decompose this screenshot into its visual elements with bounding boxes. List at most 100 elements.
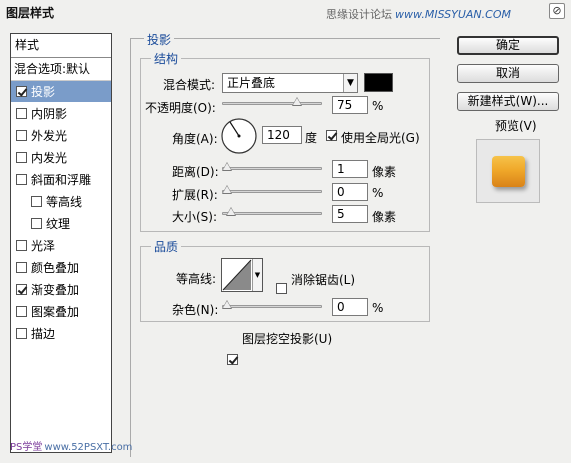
footer-watermark: PS学堂 www.52PSXT.com — [10, 438, 132, 453]
style-item[interactable]: 纹理 — [11, 213, 111, 235]
size-slider-track[interactable] — [222, 212, 322, 215]
opacity-slider-track[interactable] — [222, 102, 322, 105]
style-item-label: 描边 — [31, 326, 56, 341]
spread-slider-thumb[interactable] — [222, 185, 232, 194]
style-item-checkbox[interactable] — [16, 240, 27, 251]
style-item-checkbox[interactable] — [16, 262, 27, 273]
distance-slider-track[interactable] — [222, 167, 322, 170]
structure-legend: 结构 — [151, 50, 182, 67]
style-item-checkbox[interactable] — [16, 306, 27, 317]
style-item[interactable]: 渐变叠加 — [11, 279, 111, 301]
chevron-down-icon: ▼ — [343, 74, 357, 92]
spread-unit: % — [372, 186, 384, 200]
blend-mode-label: 混合模式: — [163, 78, 216, 92]
style-item-checkbox[interactable] — [16, 130, 27, 141]
style-item-checkbox[interactable] — [16, 86, 27, 97]
noise-input[interactable]: 0 — [332, 298, 368, 316]
global-light-label: 使用全局光(G) — [341, 131, 420, 145]
noise-slider-thumb[interactable] — [222, 300, 232, 309]
close-icon[interactable]: ⊘ — [549, 3, 565, 19]
watermark-url: www.MISSYUAN.COM — [395, 8, 511, 21]
style-item[interactable]: 投影 — [11, 81, 111, 103]
style-item[interactable]: 斜面和浮雕 — [11, 169, 111, 191]
spread-input[interactable]: 0 — [332, 183, 368, 201]
preview-label: 预览(V) — [495, 119, 537, 133]
contour-curve-icon — [222, 259, 252, 291]
style-item[interactable]: 颜色叠加 — [11, 257, 111, 279]
angle-dial-icon — [221, 118, 257, 154]
style-item[interactable]: 描边 — [11, 323, 111, 345]
style-item-checkbox[interactable] — [31, 196, 42, 207]
style-item[interactable]: 图案叠加 — [11, 301, 111, 323]
knockout-checkbox[interactable] — [227, 354, 238, 365]
footer-site-text: PS学堂 — [10, 442, 43, 453]
distance-input[interactable]: 1 — [332, 160, 368, 178]
chevron-down-icon: ▼ — [252, 259, 262, 291]
size-input[interactable]: 5 — [332, 205, 368, 223]
style-item-label: 纹理 — [46, 216, 71, 231]
anti-alias-checkbox[interactable] — [276, 283, 287, 294]
watermark: 思缘设计论坛 www.MISSYUAN.COM — [326, 6, 511, 22]
angle-dial[interactable] — [220, 117, 258, 155]
style-item[interactable]: 光泽 — [11, 235, 111, 257]
noise-unit: % — [372, 301, 384, 315]
style-item-checkbox[interactable] — [16, 152, 27, 163]
size-slider-thumb[interactable] — [226, 207, 236, 216]
style-item-label: 投影 — [31, 84, 56, 99]
style-list: 样式 混合选项:默认 投影内阴影外发光内发光斜面和浮雕等高线纹理光泽颜色叠加渐变… — [10, 33, 112, 453]
style-item-checkbox[interactable] — [16, 108, 27, 119]
knockout-label: 图层挖空投影(U) — [242, 332, 333, 346]
style-item-checkbox[interactable] — [16, 328, 27, 339]
opacity-unit: % — [372, 99, 384, 113]
style-item-label: 图案叠加 — [31, 304, 80, 319]
contour-picker[interactable]: ▼ — [221, 258, 263, 292]
footer-site-url: www.52PSXT.com — [44, 442, 133, 453]
distance-slider-thumb[interactable] — [222, 162, 232, 171]
style-item[interactable]: 等高线 — [11, 191, 111, 213]
style-item-label: 外发光 — [31, 128, 68, 143]
new-style-button[interactable]: 新建样式(W)... — [457, 92, 559, 111]
dialog-title: 图层样式 — [6, 6, 55, 20]
distance-unit: 像素 — [372, 165, 397, 179]
quality-legend: 品质 — [151, 238, 182, 255]
opacity-label: 不透明度(O): — [145, 101, 216, 115]
style-item[interactable]: 内发光 — [11, 147, 111, 169]
blend-options-item[interactable]: 混合选项:默认 — [11, 58, 111, 81]
style-items: 投影内阴影外发光内发光斜面和浮雕等高线纹理光泽颜色叠加渐变叠加图案叠加描边 — [11, 81, 111, 345]
spread-slider-track[interactable] — [222, 190, 322, 193]
angle-label: 角度(A): — [172, 132, 218, 146]
blend-mode-select[interactable]: 正片叠底 ▼ — [222, 73, 358, 93]
style-item-checkbox[interactable] — [16, 174, 27, 185]
blend-mode-value: 正片叠底 — [227, 76, 276, 90]
angle-unit: 度 — [305, 131, 318, 145]
style-item-checkbox[interactable] — [16, 284, 27, 295]
style-item-label: 内阴影 — [31, 106, 68, 121]
style-preview — [476, 139, 540, 203]
spread-label: 扩展(R): — [172, 188, 218, 202]
distance-label: 距离(D): — [172, 165, 219, 179]
style-item[interactable]: 外发光 — [11, 125, 111, 147]
angle-input[interactable]: 120 — [262, 126, 302, 144]
style-list-header[interactable]: 样式 — [11, 34, 111, 58]
size-label: 大小(S): — [172, 210, 218, 224]
style-item-label: 光泽 — [31, 238, 56, 253]
global-light-checkbox[interactable] — [326, 130, 337, 141]
style-item-label: 斜面和浮雕 — [31, 172, 92, 187]
noise-label: 杂色(N): — [172, 303, 219, 317]
preview-swatch — [492, 156, 525, 187]
ok-button[interactable]: 确定 — [457, 36, 559, 55]
watermark-text: 思缘设计论坛 — [326, 8, 393, 21]
style-item[interactable]: 内阴影 — [11, 103, 111, 125]
anti-alias-label: 消除锯齿(L) — [291, 273, 356, 287]
opacity-slider-thumb[interactable] — [292, 97, 302, 106]
opacity-input[interactable]: 75 — [332, 96, 368, 114]
style-item-label: 颜色叠加 — [31, 260, 80, 275]
noise-slider-track[interactable] — [222, 305, 322, 308]
style-item-checkbox[interactable] — [31, 218, 42, 229]
style-item-label: 渐变叠加 — [31, 282, 80, 297]
size-unit: 像素 — [372, 210, 397, 224]
cancel-button[interactable]: 取消 — [457, 64, 559, 83]
contour-label: 等高线: — [176, 272, 217, 286]
shadow-color-swatch[interactable] — [364, 73, 393, 92]
style-item-label: 等高线 — [46, 194, 83, 209]
